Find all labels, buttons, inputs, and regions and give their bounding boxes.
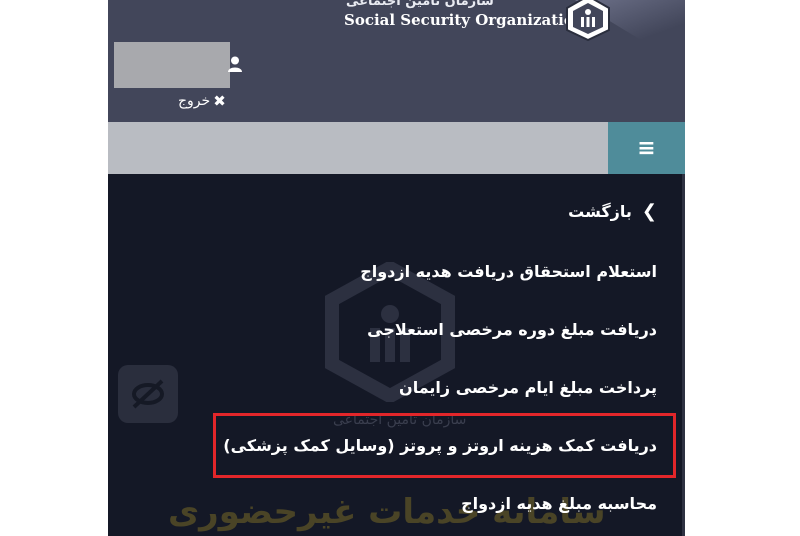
username-redacted bbox=[114, 42, 230, 88]
hamburger-icon: ≡ bbox=[637, 135, 656, 161]
menu-toggle-button[interactable]: ≡ bbox=[608, 122, 685, 174]
scrollbar[interactable] bbox=[682, 174, 685, 536]
user-icon bbox=[228, 56, 242, 72]
org-name-fa: سازمان تامین اجتماعی bbox=[346, 0, 494, 9]
menu-item-maternity-leave[interactable]: پرداخت مبلغ ایام مرخصی زایمان bbox=[137, 358, 657, 416]
chevron-right-icon: ❯ bbox=[641, 200, 657, 222]
menu-back-button[interactable]: ❯ بازگشت bbox=[137, 180, 657, 242]
menu-item-marriage-eligibility[interactable]: استعلام استحقاق دریافت هدیه ازدواج bbox=[137, 242, 657, 300]
side-menu: ❯ بازگشت استعلام استحقاق دریافت هدیه ازد… bbox=[137, 180, 657, 532]
menu-back-label: بازگشت bbox=[568, 201, 632, 221]
org-name-en: Social Security Organization bbox=[344, 11, 585, 29]
header: سازمان تامین اجتماعی Social Security Org… bbox=[108, 0, 685, 122]
close-icon: ✖ bbox=[213, 92, 226, 110]
toolbar: ≡ bbox=[108, 122, 685, 174]
menu-item-sick-leave[interactable]: دریافت مبلغ دوره مرخصی استعلاجی bbox=[137, 300, 657, 358]
sso-logo-icon bbox=[566, 0, 610, 42]
menu-item-orthosis-prosthesis[interactable]: دریافت کمک هزینه اروتز و پروتز (وسایل کم… bbox=[137, 416, 657, 474]
app-window: سازمان تامین اجتماعی Social Security Org… bbox=[108, 0, 685, 536]
logout-button[interactable]: خروج ✖ bbox=[178, 92, 226, 110]
menu-item-marriage-gift-calc[interactable]: محاسبه مبلغ هدیه ازدواج bbox=[137, 474, 657, 532]
logout-label: خروج bbox=[178, 93, 211, 109]
